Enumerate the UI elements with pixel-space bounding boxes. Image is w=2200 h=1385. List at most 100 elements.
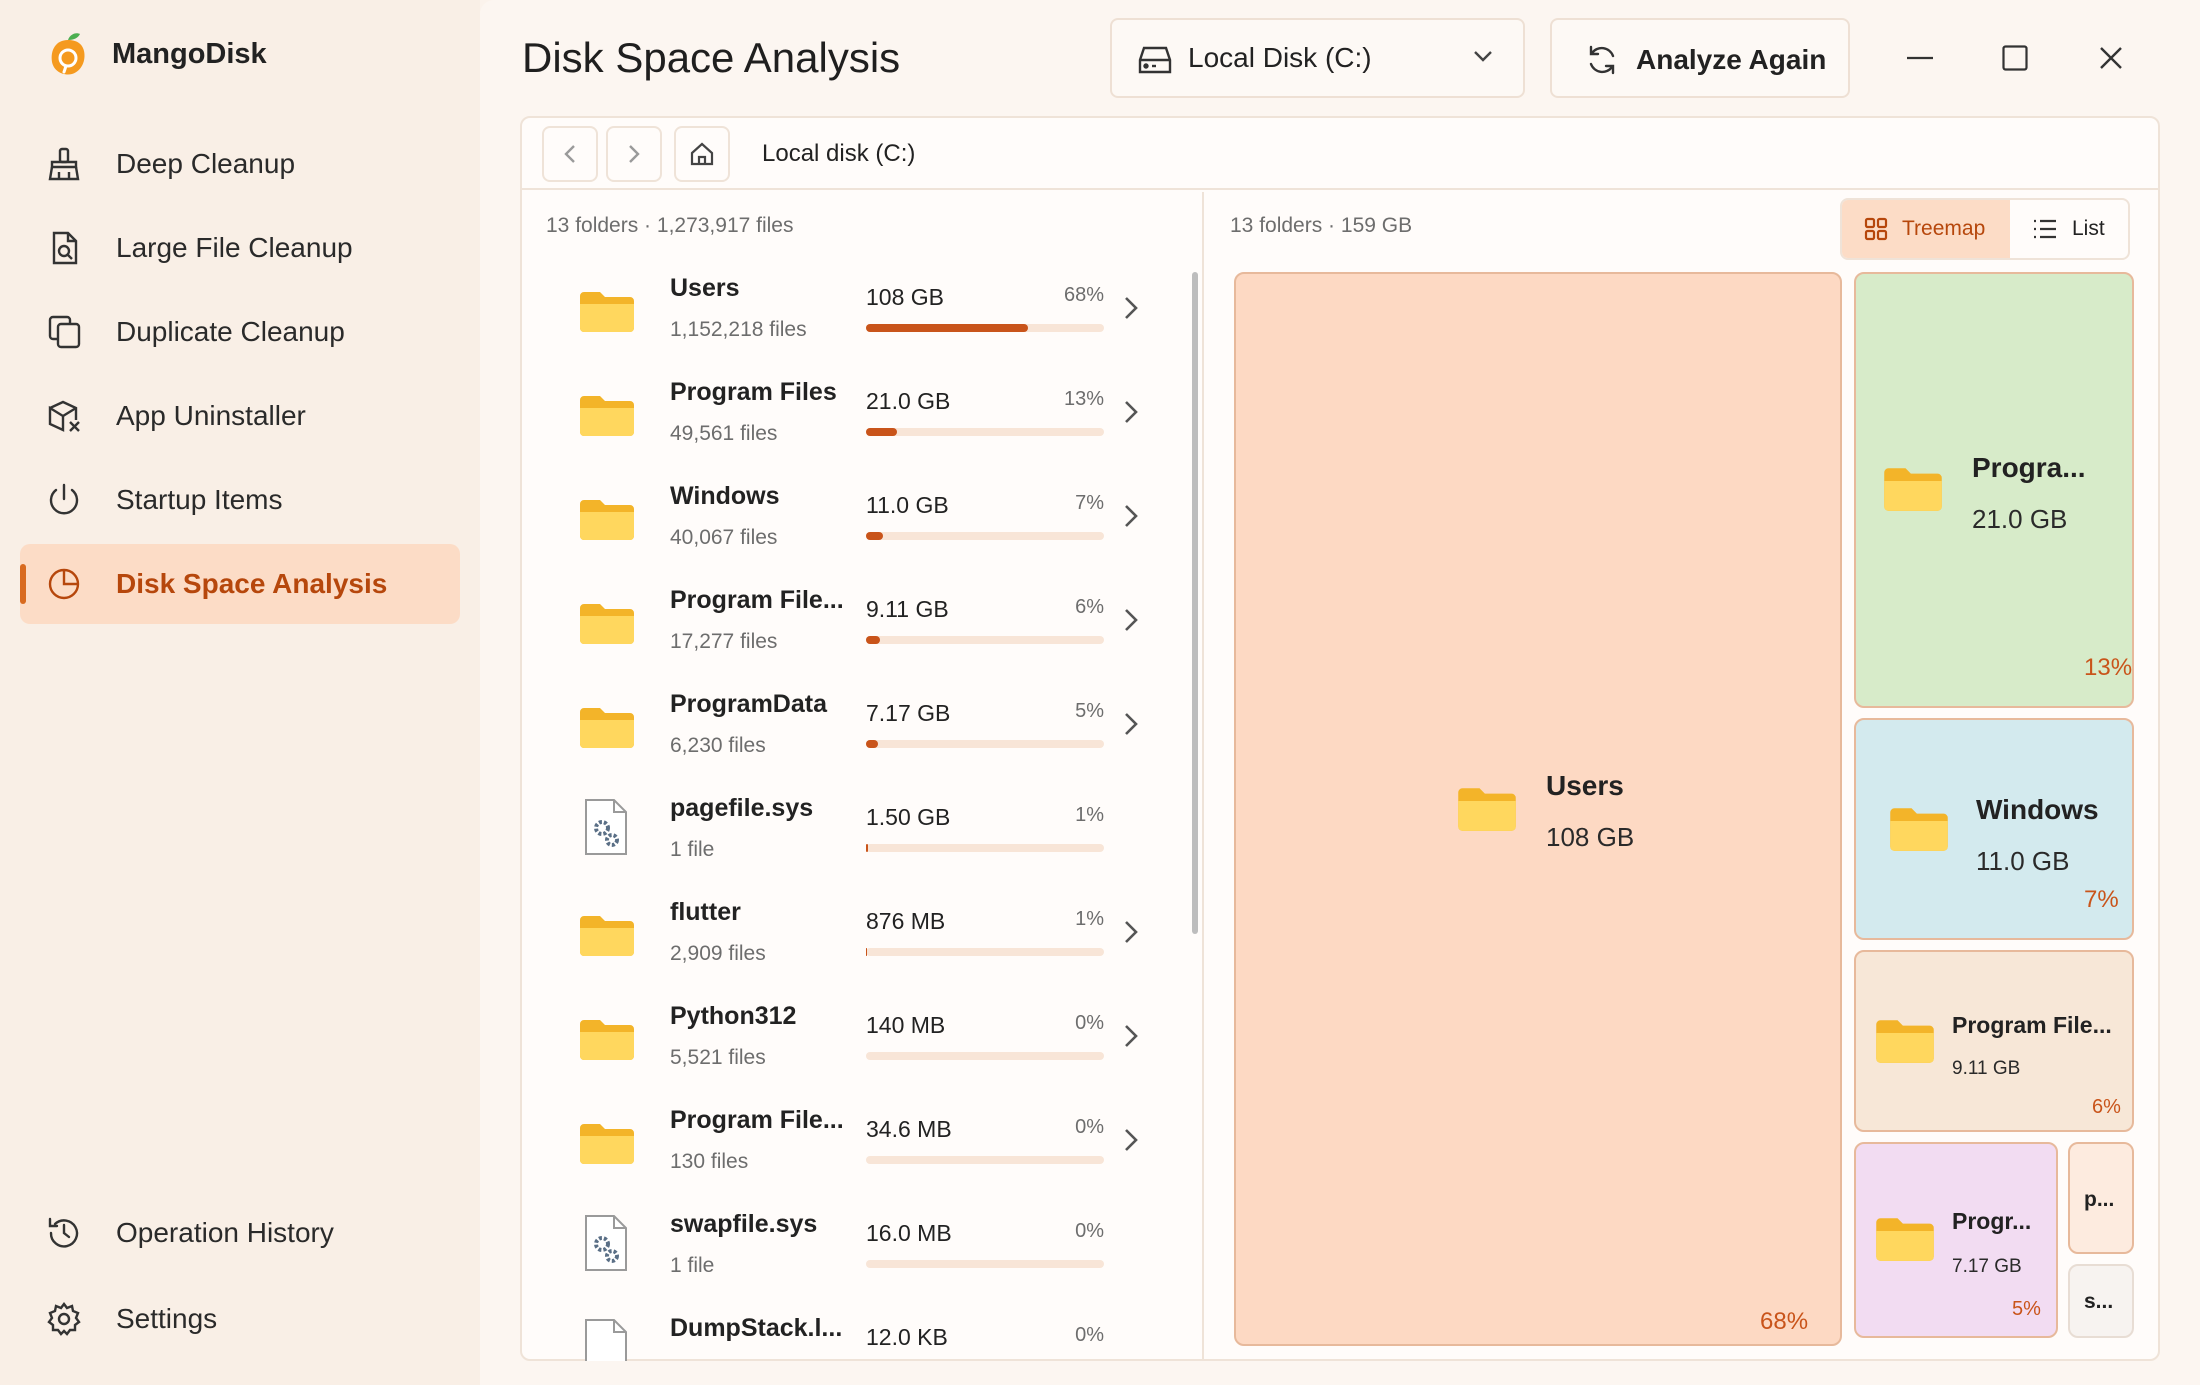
usage-bar <box>866 740 1104 748</box>
mango-logo-icon <box>46 30 90 78</box>
sidebar-item-settings[interactable]: Settings <box>20 1279 460 1359</box>
chevron-right-icon[interactable] <box>1124 400 1138 424</box>
forward-button[interactable] <box>606 126 662 182</box>
analyze-again-button[interactable]: Analyze Again <box>1550 18 1850 98</box>
folder-icon <box>578 704 636 750</box>
sidebar: MangoDisk Deep Cleanup Large File Cleanu… <box>0 0 480 1385</box>
sidebar-item-large-file-cleanup[interactable]: Large File Cleanup <box>20 208 460 288</box>
usage-bar-fill <box>866 948 867 956</box>
sidebar-item-app-uninstaller[interactable]: App Uninstaller <box>20 376 460 456</box>
chevron-right-icon[interactable] <box>1124 608 1138 632</box>
item-size: 21.0 GB <box>866 388 951 414</box>
tile-name: Users <box>1546 770 1624 801</box>
list-item[interactable]: Program Files 49,561 files 21.0 GB 13% <box>522 366 1202 470</box>
file-search-icon <box>46 230 82 266</box>
gear-icon <box>46 1301 82 1337</box>
chevron-right-icon[interactable] <box>1124 920 1138 944</box>
chevron-right-icon[interactable] <box>1124 1024 1138 1048</box>
path-bar: Local disk (C:) <box>522 118 2158 190</box>
sidebar-item-disk-space-analysis[interactable]: Disk Space Analysis <box>20 544 460 624</box>
tile-size: 7.17 GB <box>1952 1256 2022 1277</box>
chevron-right-icon <box>628 144 640 164</box>
item-percent: 0% <box>1075 1116 1104 1138</box>
list-item[interactable]: Program File... 130 files 34.6 MB 0% <box>522 1094 1202 1198</box>
history-icon <box>46 1215 82 1251</box>
item-file-count: 49,561 files <box>670 422 778 445</box>
treemap-view-button[interactable]: Treemap <box>1842 200 2010 258</box>
tile-size: 108 GB <box>1546 822 1635 852</box>
item-name: Program File... <box>670 586 844 614</box>
item-size: 11.0 GB <box>866 492 949 518</box>
usage-bar-fill <box>866 844 868 852</box>
sidebar-item-deep-cleanup[interactable]: Deep Cleanup <box>20 124 460 204</box>
list-item[interactable]: flutter 2,909 files 876 MB 1% <box>522 886 1202 990</box>
treemap-tile[interactable]: Progra... 21.0 GB 13% <box>1854 272 2134 708</box>
scrollbar[interactable] <box>1192 272 1198 934</box>
system-file-icon <box>582 1214 630 1272</box>
page-title: Disk Space Analysis <box>522 34 901 81</box>
sidebar-item-startup-items[interactable]: Startup Items <box>20 460 460 540</box>
chevron-left-icon <box>564 144 576 164</box>
item-size: 876 MB <box>866 908 946 934</box>
list-icon <box>2032 218 2058 240</box>
list-item[interactable]: pagefile.sys 1 file 1.50 GB 1% <box>522 782 1202 886</box>
usage-bar-fill <box>866 740 878 748</box>
tile-percent: 13% <box>2084 654 2133 681</box>
folder-list: Users 1,152,218 files 108 GB 68% Program… <box>522 262 1202 1361</box>
item-percent: 1% <box>1075 908 1104 930</box>
list-view-label: List <box>2072 217 2105 240</box>
item-name: flutter <box>670 898 741 926</box>
list-item[interactable]: DumpStack.l... 12.0 KB 0% <box>522 1302 1202 1361</box>
sidebar-item-label: Large File Cleanup <box>116 232 353 263</box>
tile-name: Windows <box>1976 794 2099 825</box>
item-size: 16.0 MB <box>866 1220 952 1246</box>
item-size: 140 MB <box>866 1012 946 1038</box>
item-size: 9.11 GB <box>866 596 949 622</box>
treemap-summary: 13 folders · 159 GB <box>1230 214 1413 237</box>
treemap-tile[interactable]: Windows 11.0 GB 7% <box>1854 718 2134 940</box>
item-file-count: 1 file <box>670 1254 715 1277</box>
treemap-tile[interactable]: Program File... 9.11 GB 6% <box>1854 950 2134 1132</box>
treemap-view-label: Treemap <box>1902 217 1986 240</box>
treemap-tile[interactable]: s... <box>2068 1264 2134 1338</box>
analysis-panel: Local disk (C:) 13 folders · 1,273,917 f… <box>520 116 2160 1361</box>
item-size: 7.17 GB <box>866 700 951 726</box>
chevron-right-icon[interactable] <box>1124 504 1138 528</box>
back-button[interactable] <box>542 126 598 182</box>
copy-icon <box>46 314 82 350</box>
list-item[interactable]: Python312 5,521 files 140 MB 0% <box>522 990 1202 1094</box>
list-item[interactable]: Program File... 17,277 files 9.11 GB 6% <box>522 574 1202 678</box>
treemap-pane: 13 folders · 159 GB Treemap List Users 1… <box>1206 192 2160 1361</box>
list-item[interactable]: Windows 40,067 files 11.0 GB 7% <box>522 470 1202 574</box>
list-item[interactable]: swapfile.sys 1 file 16.0 MB 0% <box>522 1198 1202 1302</box>
treemap-tile[interactable]: p... <box>2068 1142 2134 1254</box>
system-file-icon <box>582 798 630 856</box>
close-button[interactable] <box>2081 30 2141 86</box>
maximize-icon <box>2002 45 2028 71</box>
tile-percent: 7% <box>2084 886 2119 913</box>
list-item[interactable]: Users 1,152,218 files 108 GB 68% <box>522 262 1202 366</box>
chevron-right-icon[interactable] <box>1124 712 1138 736</box>
sidebar-item-label: Deep Cleanup <box>116 148 296 179</box>
chevron-right-icon[interactable] <box>1124 296 1138 320</box>
treemap-tile[interactable]: Users 108 GB 68% <box>1234 272 1842 1346</box>
sidebar-item-duplicate-cleanup[interactable]: Duplicate Cleanup <box>20 292 460 372</box>
drive-select[interactable]: Local Disk (C:) <box>1110 18 1525 98</box>
chevron-right-icon[interactable] <box>1124 1128 1138 1152</box>
folder-icon <box>1888 804 1950 853</box>
usage-bar-fill <box>866 428 897 436</box>
tile-name: Progra... <box>1972 452 2086 483</box>
minimize-button[interactable] <box>1890 30 1950 86</box>
folder-list-pane: 13 folders · 1,273,917 files Users 1,152… <box>522 192 1204 1361</box>
list-item[interactable]: ProgramData 6,230 files 7.17 GB 5% <box>522 678 1202 782</box>
item-name: DumpStack.l... <box>670 1314 843 1342</box>
maximize-button[interactable] <box>1985 30 2045 86</box>
list-view-button[interactable]: List <box>2010 200 2128 258</box>
treemap-tile[interactable]: Progr... 7.17 GB 5% <box>1854 1142 2058 1338</box>
folder-icon <box>578 288 636 334</box>
home-button[interactable] <box>674 126 730 182</box>
chevron-down-icon <box>1473 50 1493 62</box>
package-remove-icon <box>46 398 82 434</box>
sidebar-item-operation-history[interactable]: Operation History <box>20 1193 460 1273</box>
minimize-icon <box>1907 56 1933 60</box>
